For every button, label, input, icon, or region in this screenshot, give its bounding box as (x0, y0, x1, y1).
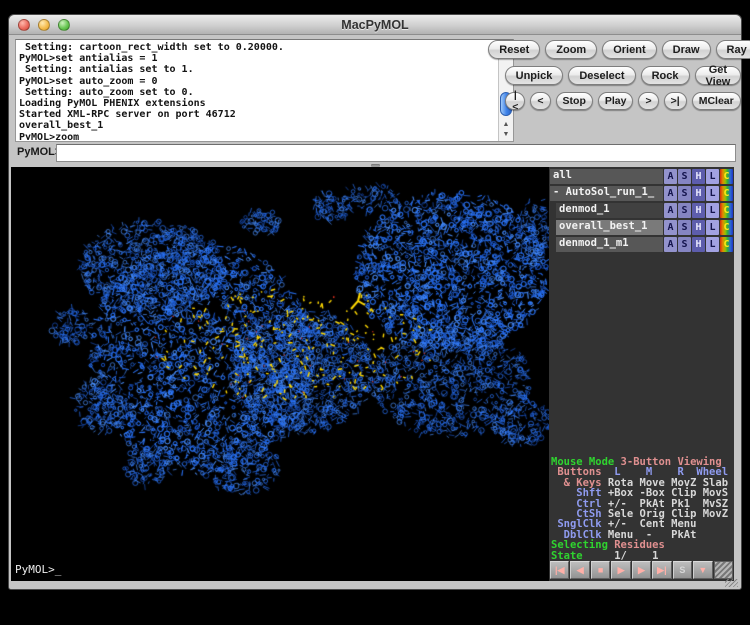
toolbar-button-play[interactable]: Play (598, 92, 634, 110)
toolbar-button-[interactable]: >| (664, 92, 687, 110)
console-line: Setting: cartoon_rect_width set to 0.200… (19, 42, 496, 53)
object-s-menu-button[interactable]: S (678, 237, 691, 252)
command-prompt-label: PyMOL> (17, 146, 61, 158)
window-resize-grip[interactable] (725, 579, 738, 587)
toolbar-button-orient[interactable]: Orient (602, 40, 656, 59)
object-h-menu-button[interactable]: H (692, 203, 705, 218)
object-name[interactable]: all (550, 169, 663, 184)
object-row: - AutoSol_run_1_ASHLC (549, 185, 734, 201)
object-a-menu-button[interactable]: A (664, 220, 677, 235)
vcr-stop-button[interactable]: ■ (591, 561, 610, 579)
object-name[interactable]: denmod_1 (556, 203, 663, 218)
object-name[interactable]: denmod_1_m1 (556, 237, 663, 252)
toolbar-button-[interactable]: > (638, 92, 658, 110)
object-c-menu-button[interactable]: C (720, 237, 733, 252)
vcr-rewind-button[interactable]: |◀ (550, 561, 569, 579)
object-h-menu-button[interactable]: H (692, 237, 705, 252)
toolbar-button-rock[interactable]: Rock (641, 66, 690, 85)
object-a-menu-button[interactable]: A (664, 203, 677, 218)
toolbar-button-ray[interactable]: Ray (716, 40, 750, 59)
toolbar-button-mclear[interactable]: MClear (692, 92, 741, 110)
traffic-lights (18, 19, 70, 31)
title-bar[interactable]: MacPyMOL (9, 15, 741, 35)
minimize-button[interactable] (38, 19, 50, 31)
object-row: denmod_1_m1ASHLC (549, 236, 734, 252)
console-line: Started XML-RPC server on port 46712 (19, 109, 496, 120)
object-a-menu-button[interactable]: A (664, 186, 677, 201)
macpymol-window: MacPyMOL Setting: cartoon_rect_width set… (8, 14, 742, 590)
object-l-menu-button[interactable]: L (706, 220, 719, 235)
object-l-menu-button[interactable]: L (706, 237, 719, 252)
scroll-up-icon[interactable]: ▲ (499, 120, 513, 129)
toolbar-button-stop[interactable]: Stop (556, 92, 593, 110)
console-line: Setting: antialias set to 1. (19, 64, 496, 75)
object-l-menu-button[interactable]: L (706, 186, 719, 201)
console-line: Loading PyMOL PHENIX extensions (19, 98, 496, 109)
object-s-menu-button[interactable]: S (678, 169, 691, 184)
close-button[interactable] (18, 19, 30, 31)
vcr-scene-button[interactable]: S (673, 561, 692, 579)
object-h-menu-button[interactable]: H (692, 220, 705, 235)
mouse-panel-line: State 1/ 1 (551, 551, 734, 561)
object-a-menu-button[interactable]: A (664, 169, 677, 184)
viewport-3d[interactable]: PyMOL>_ (11, 167, 549, 581)
vcr-play-button[interactable]: ▶ (611, 561, 630, 579)
toolbar-button-draw[interactable]: Draw (662, 40, 711, 59)
object-row: denmod_1ASHLC (549, 202, 734, 218)
vcr-forward-button[interactable]: ▶ (632, 561, 651, 579)
object-c-menu-button[interactable]: C (720, 186, 733, 201)
mouse-panel: Mouse Mode 3-Button Viewing Buttons L M … (551, 457, 734, 561)
vcr-back-button[interactable]: ◀ (570, 561, 589, 579)
side-panel: allASHLC- AutoSol_run_1_ASHLCdenmod_1ASH… (549, 167, 734, 581)
console-line: PyMOL>zoom (19, 132, 496, 140)
toolbar-button-[interactable]: < (530, 92, 550, 110)
vcr-bar: |◀◀■▶▶▶|S▼ (550, 561, 733, 579)
panel-resize-grip[interactable] (714, 561, 733, 579)
toolbar-button-getview[interactable]: Get View (695, 66, 742, 85)
object-s-menu-button[interactable]: S (678, 203, 691, 218)
console-line: PyMOL>set antialias = 1 (19, 53, 496, 64)
console-line: Setting: auto_zoom set to 0. (19, 87, 496, 98)
object-name[interactable]: - AutoSol_run_1_ (550, 186, 663, 201)
vcr-end-button[interactable]: ▶| (652, 561, 671, 579)
console-output: Setting: cartoon_rect_width set to 0.200… (15, 39, 514, 142)
console-line: PyMOL>set auto_zoom = 0 (19, 76, 496, 87)
object-h-menu-button[interactable]: H (692, 169, 705, 184)
object-c-menu-button[interactable]: C (720, 220, 733, 235)
command-input[interactable] (56, 144, 736, 162)
object-a-menu-button[interactable]: A (664, 237, 677, 252)
viewport-canvas[interactable] (11, 167, 549, 581)
toolbar-button-unpick[interactable]: Unpick (505, 66, 564, 85)
toolbar-row-1: ResetZoomOrientDrawRay (507, 40, 739, 59)
toolbar-button-deselect[interactable]: Deselect (568, 66, 635, 85)
toolbar-button-[interactable]: |< (505, 92, 525, 110)
toolbar-row-3: |< < Stop Play> >| MClear (507, 92, 739, 110)
object-c-menu-button[interactable]: C (720, 203, 733, 218)
object-s-menu-button[interactable]: S (678, 220, 691, 235)
object-name[interactable]: overall_best_1 (556, 220, 663, 235)
main-area: PyMOL>_ allASHLC- AutoSol_run_1_ASHLCden… (11, 167, 741, 581)
console-log: Setting: cartoon_rect_width set to 0.200… (19, 42, 496, 140)
window-title: MacPyMOL (9, 15, 741, 35)
viewport-prompt: PyMOL>_ (15, 563, 61, 576)
object-c-menu-button[interactable]: C (720, 169, 733, 184)
toolbar-button-reset[interactable]: Reset (488, 40, 540, 59)
toolbar-button-zoom[interactable]: Zoom (545, 40, 597, 59)
object-s-menu-button[interactable]: S (678, 186, 691, 201)
vcr-menu-button[interactable]: ▼ (693, 561, 712, 579)
object-row: allASHLC (549, 168, 734, 184)
object-l-menu-button[interactable]: L (706, 203, 719, 218)
console-line: overall_best_1 (19, 120, 496, 131)
object-h-menu-button[interactable]: H (692, 186, 705, 201)
zoom-button[interactable] (58, 19, 70, 31)
toolbar-row-2: UnpickDeselect Rock Get View (507, 66, 739, 85)
command-bar: PyMOL> (15, 144, 736, 162)
toolbar: ResetZoomOrientDrawRay UnpickDeselectRoc… (507, 40, 739, 117)
object-row: overall_best_1ASHLC (549, 219, 734, 235)
object-list: allASHLC- AutoSol_run_1_ASHLCdenmod_1ASH… (549, 168, 734, 253)
scroll-down-icon[interactable]: ▼ (499, 130, 513, 139)
object-l-menu-button[interactable]: L (706, 169, 719, 184)
